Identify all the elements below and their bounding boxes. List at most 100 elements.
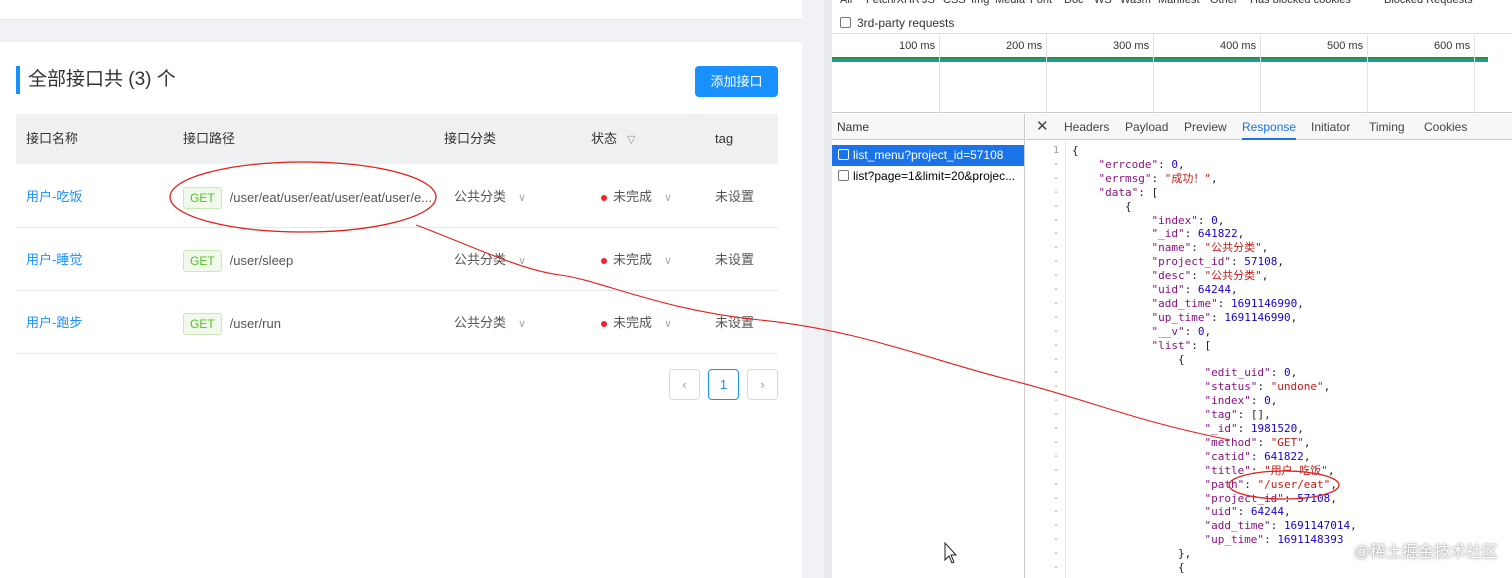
- response-line: "list": [: [1151, 338, 1212, 352]
- tag-value: 未设置: [715, 252, 755, 267]
- path-text: /user/eat/user/eat/user/eat/user/e...: [229, 190, 433, 206]
- watermark: @稀土掘金技术社区: [1353, 544, 1498, 561]
- method-tag: GET: [183, 186, 222, 209]
- line-number: -: [1052, 256, 1059, 268]
- line-number: -: [1052, 450, 1059, 462]
- filter-chip[interactable]: CSS: [943, 0, 966, 8]
- status-value: 未完成: [613, 252, 653, 267]
- filter-chip[interactable]: WS: [1094, 0, 1112, 8]
- response-line: "catid": 641822,: [1204, 449, 1311, 463]
- request-row[interactable]: list?page=1&limit=20&projec...: [832, 166, 1024, 187]
- filter-chip[interactable]: Wasm: [1120, 0, 1151, 8]
- table-header: 接口名称 接口路径 接口分类 状态 ▽ tag: [16, 114, 778, 164]
- line-number: -: [1052, 381, 1059, 393]
- line-number: -: [1052, 423, 1059, 434]
- filter-chip[interactable]: Media: [995, 0, 1025, 8]
- filter-chip[interactable]: Blocked Requests: [1384, 0, 1473, 8]
- interface-name-link[interactable]: 用户-跑步: [26, 291, 82, 354]
- line-number: -: [1052, 242, 1059, 254]
- response-line: "edit_uid": 0,: [1204, 366, 1298, 380]
- response-line: "errcode": 0,: [1098, 157, 1185, 171]
- category-value: 公共分类: [454, 189, 507, 204]
- response-line: "desc": "公共分类",: [1151, 269, 1269, 283]
- line-number: -: [1052, 492, 1059, 504]
- category-select[interactable]: 公共分类 ∨: [454, 291, 526, 354]
- tab-response[interactable]: Response: [1242, 114, 1297, 140]
- pager-prev-button[interactable]: ‹: [669, 369, 700, 400]
- column-header-category: 接口分类: [444, 131, 497, 146]
- status-select[interactable]: 未完成 ∨: [601, 291, 672, 354]
- line-number: -: [1052, 478, 1059, 490]
- filter-chip[interactable]: Img: [971, 0, 989, 8]
- column-header-status: 状态 ▽: [591, 114, 635, 164]
- timeline-request-bar: [832, 57, 1488, 62]
- path-text: /user/sleep: [229, 253, 294, 269]
- path-cell: GET/user/eat/user/eat/user/eat/user/e...: [183, 165, 432, 228]
- pane-divider[interactable]: [824, 0, 832, 578]
- line-number: -: [1052, 367, 1059, 379]
- chevron-down-icon: ∨: [664, 255, 673, 267]
- network-timeline[interactable]: 100 ms 200 ms 300 ms 400 ms 500 ms 600 ms: [832, 35, 1512, 113]
- name-column-header[interactable]: Name: [832, 114, 1024, 140]
- top-card: [0, 0, 802, 20]
- path-cell: GET/user/sleep: [183, 228, 293, 291]
- status-select[interactable]: 未完成 ∨: [601, 228, 672, 291]
- timeline-tick-label: 100 ms: [899, 40, 936, 52]
- interface-name-link[interactable]: 用户-睡觉: [26, 228, 82, 291]
- response-line: "tag": [],: [1204, 408, 1271, 422]
- tab-timing[interactable]: Timing: [1369, 114, 1405, 140]
- tab-preview[interactable]: Preview: [1184, 114, 1227, 140]
- tab-headers[interactable]: Headers: [1064, 114, 1109, 140]
- tab-cookies[interactable]: Cookies: [1424, 114, 1467, 140]
- third-party-label: 3rd-party requests: [857, 16, 955, 30]
- column-header-path: 接口路径: [183, 131, 236, 146]
- timeline-tick-label: 400 ms: [1220, 40, 1257, 52]
- third-party-checkbox[interactable]: [840, 17, 851, 28]
- timeline-gridline: [939, 35, 940, 113]
- add-interface-button[interactable]: 添加接口: [695, 66, 778, 97]
- request-checkbox: [838, 170, 849, 181]
- category-select[interactable]: 公共分类 ∨: [454, 165, 526, 228]
- filter-chip[interactable]: Has blocked cookies: [1250, 0, 1351, 8]
- tab-initiator[interactable]: Initiator: [1311, 114, 1350, 140]
- status-dot-icon: [601, 320, 607, 327]
- response-line: {: [1072, 199, 1132, 213]
- response-line: "data": [: [1098, 185, 1159, 199]
- timeline-gridline: [1474, 35, 1475, 113]
- timeline-gridline: [1260, 35, 1261, 113]
- chevron-down-icon: ∨: [518, 255, 527, 267]
- timeline-tick-label: 200 ms: [1006, 40, 1043, 52]
- interface-name-link[interactable]: 用户-吃饭: [26, 165, 82, 228]
- response-line: "path": "/user/eat",: [1204, 477, 1337, 491]
- column-header-tag: tag: [715, 131, 734, 146]
- response-line: "uid": 64244,: [1204, 505, 1291, 519]
- filter-chip[interactable]: All: [840, 0, 852, 8]
- chevron-down-icon: ∨: [518, 192, 527, 204]
- filter-chip[interactable]: Fetch/XHR: [866, 0, 920, 8]
- timeline-gridline: [1153, 35, 1154, 113]
- filter-chip[interactable]: Font: [1030, 0, 1052, 8]
- category-select[interactable]: 公共分类 ∨: [454, 228, 526, 291]
- line-number: -: [1052, 297, 1059, 309]
- response-body: 1 - - - - - - - - - - - - - - - - - - - - - - - - - - - - - - { "errco…: [1026, 141, 1512, 578]
- timeline-tick-label: 300 ms: [1113, 40, 1150, 52]
- close-icon[interactable]: ✕: [1036, 114, 1049, 140]
- table-row: 用户-吃饭 GET/user/eat/user/eat/user/eat/use…: [16, 165, 778, 228]
- response-line: "up_time": 1691148393: [1204, 533, 1344, 547]
- line-number: -: [1052, 284, 1059, 295]
- response-line: "add_time": 1691146990,: [1151, 296, 1304, 310]
- line-number: -: [1052, 228, 1059, 240]
- filter-icon[interactable]: ▽: [627, 115, 635, 165]
- response-line: "up_time": 1691146990,: [1151, 310, 1298, 324]
- filter-chip[interactable]: Other: [1210, 0, 1238, 8]
- status-select[interactable]: 未完成 ∨: [601, 165, 672, 228]
- pager-page-1[interactable]: 1: [708, 369, 739, 400]
- pager-next-button[interactable]: ›: [747, 369, 778, 400]
- request-row-selected[interactable]: list_menu?project_id=57108: [832, 145, 1024, 166]
- filter-chip[interactable]: JS: [922, 0, 935, 8]
- path-text: /user/run: [229, 316, 281, 332]
- filter-chip[interactable]: Doc: [1064, 0, 1084, 8]
- tab-payload[interactable]: Payload: [1125, 114, 1168, 140]
- filter-chip[interactable]: Manifest: [1158, 0, 1200, 8]
- timeline-gridline: [1367, 35, 1368, 113]
